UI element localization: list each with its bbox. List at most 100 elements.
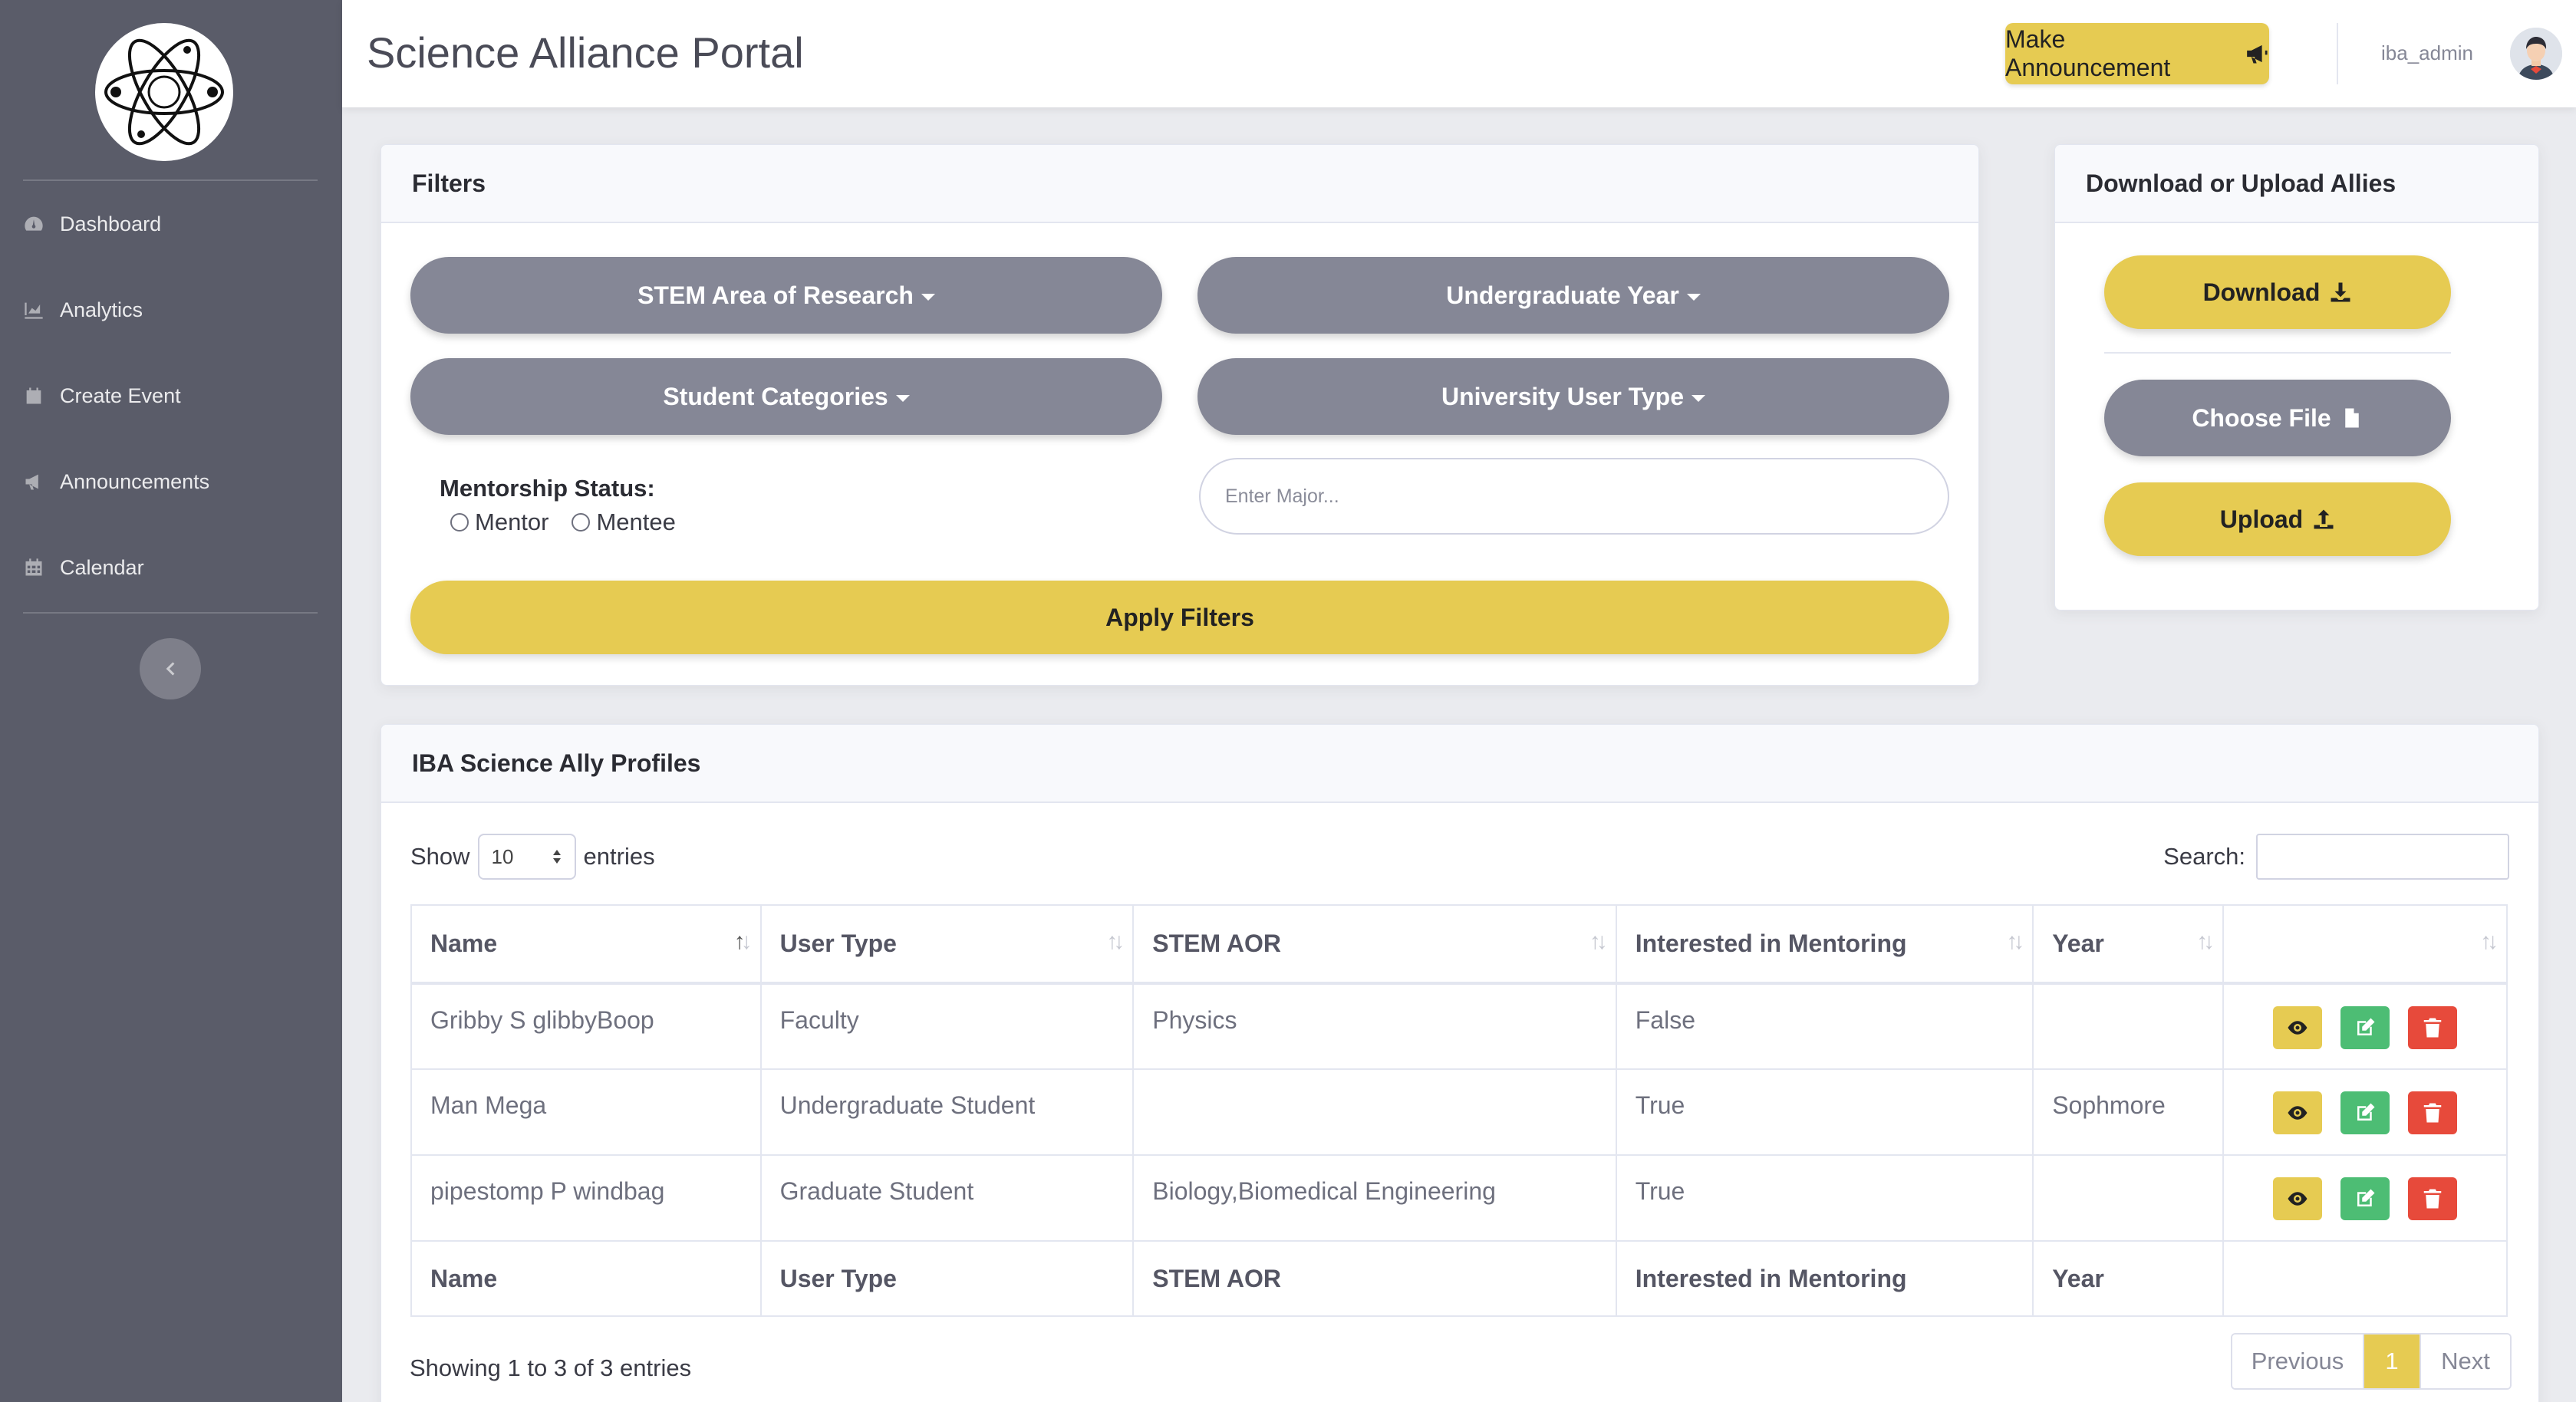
mentor-radio-option[interactable]: Mentor — [450, 508, 548, 536]
table-info: Showing 1 to 3 of 3 entries — [410, 1354, 692, 1381]
delete-button[interactable] — [2408, 1091, 2458, 1134]
caret-down-icon — [895, 394, 910, 402]
edit-button[interactable] — [2340, 1177, 2390, 1220]
allies-divider — [2104, 352, 2451, 354]
sort-icon: ↑↓ — [2006, 929, 2024, 954]
mentee-radio[interactable] — [572, 513, 591, 532]
upload-button[interactable]: Upload — [2104, 482, 2451, 556]
eye-icon — [2288, 1106, 2308, 1120]
edit-button[interactable] — [2340, 1006, 2390, 1049]
footer-year: Year — [2032, 1240, 2225, 1317]
upload-label: Upload — [2219, 505, 2304, 533]
profiles-card: IBA Science Ally Profiles Show 10 entrie… — [380, 724, 2539, 1402]
page-1-button[interactable]: 1 — [2364, 1335, 2420, 1388]
column-header-stem-aor[interactable]: STEM AOR ↑↓ — [1132, 904, 1617, 985]
column-header-user-type[interactable]: User Type ↑↓ — [759, 904, 1135, 985]
undergraduate-year-label: Undergraduate Year — [1446, 281, 1679, 309]
stem-area-label: STEM Area of Research — [637, 281, 914, 309]
avatar[interactable] — [2510, 28, 2562, 80]
trash-icon — [2423, 1103, 2442, 1123]
calendar-grid-icon — [25, 558, 42, 576]
sidebar-item-dashboard[interactable]: Dashboard — [23, 201, 161, 247]
sidebar-item-label: Announcements — [60, 469, 210, 493]
university-user-type-label: University User Type — [1441, 382, 1684, 410]
cell-stem-aor — [1132, 1068, 1617, 1156]
cell-actions — [2222, 1154, 2508, 1242]
student-categories-label: Student Categories — [663, 382, 888, 410]
column-header-year[interactable]: Year ↑↓ — [2032, 904, 2225, 985]
show-label: Show — [410, 843, 470, 870]
filters-title: Filters — [381, 145, 1978, 223]
column-header-actions[interactable]: ↑↓ — [2222, 904, 2508, 985]
table-row: pipestomp P windbag Graduate Student Bio… — [410, 1154, 2508, 1242]
download-icon — [2331, 282, 2350, 302]
mentorship-status-label: Mentorship Status: — [440, 475, 655, 502]
cell-user-type: Faculty — [759, 982, 1135, 1070]
stem-area-dropdown[interactable]: STEM Area of Research — [410, 257, 1162, 334]
edit-icon — [2357, 1018, 2375, 1035]
edit-icon — [2357, 1103, 2375, 1121]
area-chart-icon — [25, 302, 43, 319]
next-page-button[interactable]: Next — [2420, 1335, 2510, 1388]
table-row: Gribby S glibbyBoop Faculty Physics Fals… — [410, 982, 2508, 1070]
cell-name: pipestomp P windbag — [410, 1154, 762, 1242]
previous-page-button[interactable]: Previous — [2232, 1335, 2364, 1388]
mentee-radio-option[interactable]: Mentee — [572, 508, 676, 536]
caret-down-icon — [1686, 293, 1701, 301]
eye-icon — [2288, 1192, 2308, 1206]
chevron-left-icon — [166, 662, 175, 676]
filters-card: Filters STEM Area of Research Undergradu… — [380, 144, 1979, 686]
download-button[interactable]: Download — [2104, 255, 2451, 329]
cell-user-type: Undergraduate Student — [759, 1068, 1135, 1156]
cell-name: Man Mega — [410, 1068, 762, 1156]
view-button[interactable] — [2273, 1177, 2323, 1220]
footer-name: Name — [410, 1240, 762, 1317]
username[interactable]: iba_admin — [2381, 41, 2473, 65]
sidebar-item-calendar[interactable]: Calendar — [23, 545, 144, 591]
mentor-radio[interactable] — [450, 513, 469, 532]
entries-select[interactable]: 10 — [477, 834, 576, 880]
undergraduate-year-dropdown[interactable]: Undergraduate Year — [1197, 257, 1949, 334]
file-icon — [2344, 408, 2359, 428]
column-header-name[interactable]: Name ↑↓ — [410, 904, 762, 985]
trash-icon — [2423, 1018, 2442, 1038]
make-announcement-button[interactable]: Make Announcement — [2005, 23, 2269, 84]
sidebar-item-analytics[interactable]: Analytics — [23, 287, 143, 333]
major-input[interactable]: Enter Major... — [1199, 458, 1949, 535]
mentorship-radio-group: Mentor Mentee — [450, 508, 676, 536]
upload-icon — [2314, 509, 2334, 529]
column-header-mentoring[interactable]: Interested in Mentoring ↑↓ — [1615, 904, 2034, 985]
view-button[interactable] — [2273, 1006, 2323, 1049]
table-header-row: Name ↑↓ User Type ↑↓ STEM AOR ↑↓ Interested… — [410, 904, 2508, 985]
table-footer-row: Name User Type STEM AOR Interested in Me… — [410, 1240, 2508, 1317]
science-alliance-logo[interactable] — [95, 23, 233, 161]
trash-icon — [2423, 1189, 2442, 1209]
view-button[interactable] — [2273, 1091, 2323, 1134]
sidebar-item-announcements[interactable]: Announcements — [23, 459, 209, 505]
sort-icon: ↑↓ — [1106, 929, 1125, 954]
choose-file-button[interactable]: Choose File — [2104, 380, 2451, 456]
allies-card: Download or Upload Allies Download Choos… — [2054, 144, 2539, 610]
sidebar-item-label: Dashboard — [60, 212, 162, 235]
university-user-type-dropdown[interactable]: University User Type — [1197, 358, 1949, 435]
cell-mentoring: False — [1615, 982, 2034, 1070]
table-row: Man Mega Undergraduate Student True Soph… — [410, 1068, 2508, 1156]
sidebar-divider — [23, 179, 318, 181]
cell-user-type: Graduate Student — [759, 1154, 1135, 1242]
download-label: Download — [2202, 278, 2321, 306]
allies-title: Download or Upload Allies — [2055, 145, 2538, 223]
cell-mentoring: True — [1615, 1068, 2034, 1156]
delete-button[interactable] — [2408, 1006, 2458, 1049]
cell-mentoring: True — [1615, 1154, 2034, 1242]
search-input[interactable] — [2256, 834, 2509, 880]
sidebar-toggle-button[interactable] — [140, 638, 201, 699]
profiles-title: IBA Science Ally Profiles — [381, 725, 2538, 803]
edit-button[interactable] — [2340, 1091, 2390, 1134]
apply-filters-button[interactable]: Apply Filters — [410, 581, 1949, 654]
delete-button[interactable] — [2408, 1177, 2458, 1220]
entries-select-value: 10 — [491, 844, 514, 868]
sort-icon: ↑↓ — [2196, 929, 2215, 954]
sidebar-item-create-event[interactable]: Create Event — [23, 373, 181, 419]
cell-year: Sophmore — [2032, 1068, 2225, 1156]
student-categories-dropdown[interactable]: Student Categories — [410, 358, 1162, 435]
